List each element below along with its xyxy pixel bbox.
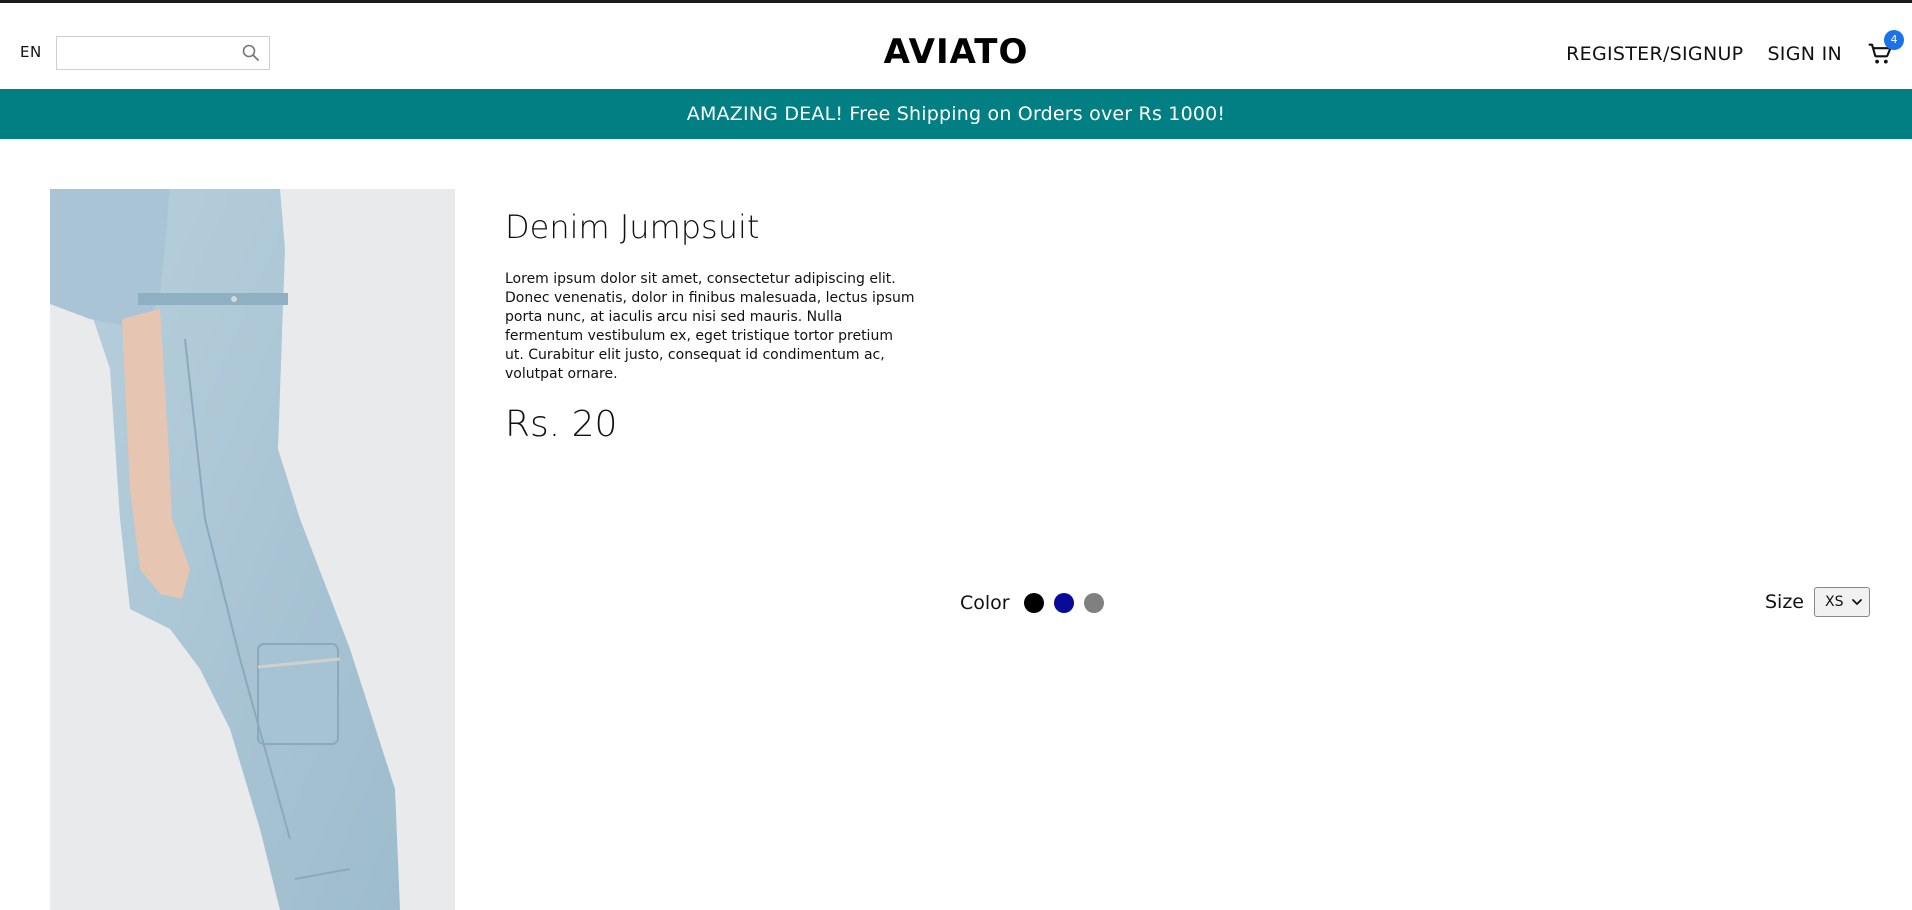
- site-header: EN AVIATO REGISTER/SIGNUP SIGN IN 4: [0, 3, 1912, 89]
- color-swatch-gray[interactable]: [1083, 593, 1104, 613]
- product-title: Denim Jumpsuit: [505, 208, 760, 246]
- size-label: Size: [1764, 591, 1804, 613]
- chevron-down-icon: [1852, 599, 1862, 605]
- size-dropdown[interactable]: XS: [1814, 587, 1870, 617]
- size-selected-value: XS: [1825, 594, 1844, 610]
- cart-count-badge: 4: [1884, 30, 1904, 50]
- promo-banner: AMAZING DEAL! Free Shipping on Orders ov…: [0, 89, 1912, 139]
- color-selector: Color: [960, 590, 1104, 616]
- cart-button[interactable]: 4: [1866, 30, 1904, 68]
- sign-in-link[interactable]: SIGN IN: [1767, 43, 1842, 65]
- product-image: [50, 189, 455, 910]
- product-description: Lorem ipsum dolor sit amet, consectetur …: [505, 271, 915, 382]
- register-signup-link[interactable]: REGISTER/SIGNUP: [1566, 43, 1743, 65]
- color-swatch-black[interactable]: [1023, 593, 1044, 613]
- header-nav: REGISTER/SIGNUP SIGN IN 4: [1566, 30, 1904, 71]
- color-swatch-blue[interactable]: [1053, 593, 1074, 613]
- size-selector: Size XS: [1765, 587, 1870, 617]
- product-price: Rs. 20: [505, 404, 618, 445]
- color-label: Color: [960, 592, 1010, 614]
